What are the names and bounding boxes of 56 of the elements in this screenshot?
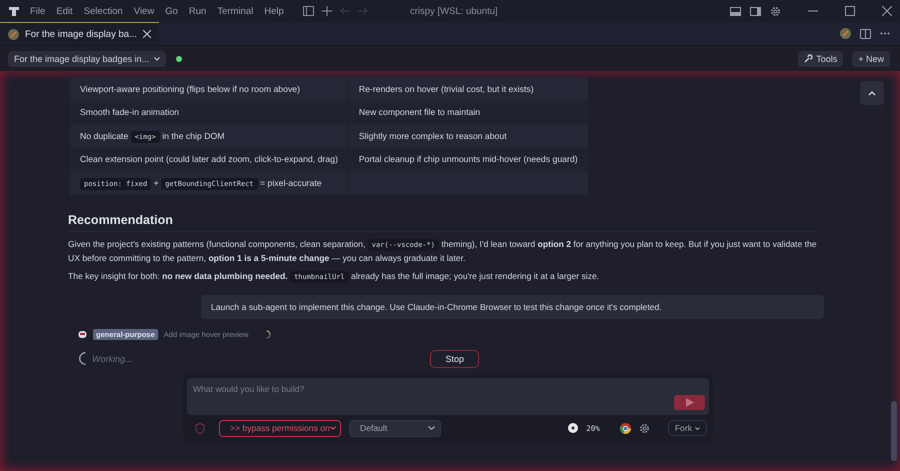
table-cell: Clean extension point (could later add zoom, click-to-expand, drag): [70, 148, 348, 171]
send-button[interactable]: [674, 394, 705, 410]
close-icon[interactable]: [142, 30, 151, 38]
user-message: Launch a sub-agent to implement this change. Use Claude-in-Chrome Browser to test this change once it's completed.: [201, 294, 824, 318]
window-title: crispy [WSL: ubuntu]: [410, 6, 498, 17]
prompt-input[interactable]: What would you like to build?: [187, 378, 709, 414]
play-icon: [686, 398, 694, 406]
spinner-icon: [79, 352, 86, 365]
wrench-icon: [804, 54, 814, 63]
more-icon[interactable]: [880, 32, 890, 35]
menu-item[interactable]: Go: [165, 6, 178, 16]
close-icon[interactable]: [882, 6, 892, 16]
model-dropdown[interactable]: Default: [349, 420, 441, 436]
table-cell: Portal cleanup if chip unmounts mid-hover (needs guard): [348, 148, 588, 171]
sidebar-toggle-icon[interactable]: [302, 6, 314, 16]
fork-dropdown[interactable]: Fork: [668, 420, 707, 436]
browser-icon[interactable]: [620, 422, 631, 434]
editor-tab[interactable]: For the image display ba...: [0, 22, 159, 45]
caret-icon: [695, 426, 700, 430]
chevron-up-icon: [868, 90, 876, 96]
context-usage-icon: [568, 423, 578, 433]
plus-icon[interactable]: [322, 6, 332, 16]
settings-icon[interactable]: [638, 422, 650, 434]
panel-layout-icon[interactable]: [730, 6, 741, 16]
table-cell: Slightly more complex to reason about: [348, 124, 588, 148]
scroll-top-button[interactable]: [860, 81, 884, 105]
table-cell: Viewport-aware positioning (flips below if no room above): [70, 77, 348, 100]
status-text: Working...: [92, 354, 133, 364]
app-logo-icon: [8, 5, 20, 17]
permission-mode-dropdown[interactable]: >> bypass permissions on: [219, 420, 341, 436]
caret-icon: [154, 56, 160, 60]
menu-item[interactable]: Selection: [84, 6, 123, 16]
menu-item[interactable]: Terminal: [217, 6, 254, 16]
claude-logo-icon: [8, 28, 19, 40]
menu-item[interactable]: File: [30, 6, 46, 16]
caret-icon: [428, 426, 435, 430]
menu-item[interactable]: Run: [188, 6, 206, 16]
settings-icon[interactable]: [770, 6, 781, 16]
menu-item[interactable]: View: [134, 6, 154, 16]
table-cell: New component file to maintain: [348, 100, 588, 124]
table-cell: Re-renders on hover (trivial cost, but it exists): [348, 77, 588, 100]
section-heading: Recommendation: [68, 212, 816, 232]
stop-button[interactable]: Stop: [430, 350, 479, 368]
claude-logo-icon[interactable]: [840, 28, 851, 39]
menu-item[interactable]: Help: [264, 6, 284, 16]
robot-icon: [78, 330, 87, 338]
caret-icon: [330, 426, 336, 430]
maximize-icon[interactable]: [845, 6, 855, 16]
new-button[interactable]: + New: [852, 50, 890, 66]
menu-item[interactable]: Edit: [56, 6, 73, 16]
table-cell: Smooth fade-in animation: [70, 100, 348, 124]
split-editor-icon[interactable]: [860, 28, 871, 38]
sidebar-layout-icon[interactable]: [750, 6, 761, 16]
scrollbar[interactable]: [891, 401, 897, 461]
session-dropdown[interactable]: For the image display badges in...: [8, 50, 166, 66]
tools-button[interactable]: Tools: [798, 50, 844, 66]
